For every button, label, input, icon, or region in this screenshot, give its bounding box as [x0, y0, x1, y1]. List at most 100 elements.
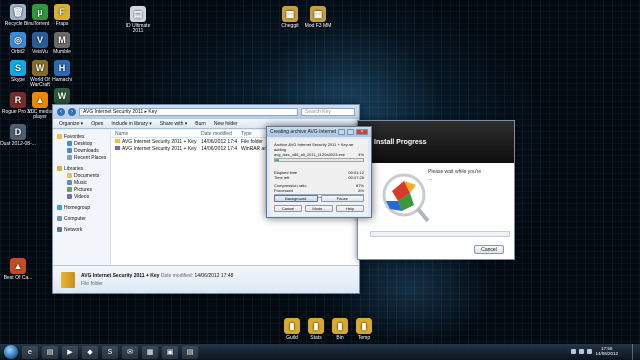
pause-button[interactable]: Pause — [320, 195, 364, 202]
time-left-label: Time left — [274, 175, 290, 180]
details-date-label: Date modified: — [160, 272, 194, 279]
help-button[interactable]: Help — [336, 205, 364, 212]
taskbar-app-button[interactable]: ✉ — [122, 345, 138, 359]
adding-file: avg_isec_x86_all_2011_1120a3023.exe — [274, 152, 346, 157]
shortcut-label: Mod F3 MM — [304, 23, 332, 29]
desktop-shortcut[interactable]: ▤ ID Ultimate 2011 — [120, 6, 156, 34]
share-with-button[interactable]: Share with ▾ — [160, 121, 188, 127]
taskbar-app-button[interactable]: e — [22, 345, 38, 359]
sidebar-label: Downloads — [74, 147, 99, 154]
shortcut-icon: ▦ — [282, 6, 298, 22]
file-date: 14/06/2012 17:48 — [201, 138, 237, 145]
maximize-icon[interactable] — [347, 129, 354, 135]
taskbar-app-button[interactable]: ▤ — [182, 345, 198, 359]
installer-text-line: ... — [428, 176, 433, 182]
sidebar-item-network[interactable]: Network — [53, 226, 110, 233]
mode-button[interactable]: Mode... — [305, 205, 333, 212]
start-orb-icon[interactable] — [4, 345, 18, 359]
sidebar-item-computer[interactable]: Computer — [53, 215, 110, 222]
search-placeholder: Search Key — [305, 109, 331, 115]
installer-text-line: Please wait while you're — [428, 169, 482, 175]
sidebar-label: Desktop — [74, 140, 93, 147]
shortcut-label: Mumble — [53, 49, 71, 55]
adding-percent: 4% — [358, 152, 364, 157]
search-input[interactable]: Search Key — [301, 108, 355, 116]
shortcut-label: Best Of Ca... — [3, 275, 33, 281]
taskbar-app-button[interactable]: ▤ — [42, 345, 58, 359]
recent-places-icon — [67, 155, 72, 160]
volume-icon[interactable] — [587, 349, 592, 354]
sidebar-label: Documents — [74, 172, 100, 179]
dialog-titlebar: Creating archive AVG Internet S... × — [267, 127, 371, 137]
sidebar-item-pictures[interactable]: Pictures — [53, 186, 110, 193]
pictures-icon — [67, 187, 72, 192]
shortcut-icon: F — [54, 4, 70, 20]
sidebar-label: Libraries — [64, 165, 84, 172]
sidebar-item-downloads[interactable]: Downloads — [53, 147, 110, 154]
clock[interactable]: 17:56 14/06/2012 — [595, 346, 618, 356]
desktop-shortcut[interactable]: ▮ Temp — [346, 318, 382, 341]
videos-icon — [67, 194, 72, 199]
desktop-shortcut[interactable]: D Dust 2012-08-... — [0, 124, 36, 147]
libraries-icon — [57, 166, 62, 171]
close-icon[interactable]: × — [356, 129, 368, 135]
open-button[interactable]: Open — [91, 121, 103, 127]
shortcut-icon: D — [10, 124, 26, 140]
sidebar-item-recent-places[interactable]: Recent Places — [53, 154, 110, 161]
address-bar[interactable]: AVG Internet Security 2011 ▸ Key — [79, 108, 298, 116]
taskbar-app-button[interactable]: ▣ — [162, 345, 178, 359]
desktop-shortcut[interactable]: M Mumble — [44, 32, 80, 55]
sidebar-item-libraries[interactable]: Libraries — [53, 165, 110, 172]
installer-cancel-button[interactable]: Cancel — [474, 245, 504, 254]
organize-button[interactable]: Organize ▾ — [59, 121, 83, 127]
minimize-icon[interactable] — [338, 129, 345, 135]
sidebar-label: Music — [74, 179, 88, 186]
installer-window[interactable]: Install Progress Please wait while you'r… — [357, 120, 515, 260]
column-date-modified[interactable]: Date modified — [197, 131, 237, 137]
burn-button[interactable]: Burn — [195, 121, 206, 127]
shortcut-label: Hamachi — [52, 77, 72, 83]
sidebar-item-homegroup[interactable]: Homegroup — [53, 204, 110, 211]
dialog-body: Archive AVG Internet Security 2011 + Key… — [270, 139, 368, 216]
column-name[interactable]: Name — [111, 131, 197, 137]
forward-arrow-icon[interactable]: › — [68, 108, 76, 116]
desktop-shortcut[interactable]: F Fraps — [44, 4, 80, 27]
back-arrow-icon[interactable]: ‹ — [57, 108, 65, 116]
desktop-shortcut[interactable]: ▲ Best Of Ca... — [0, 258, 36, 281]
shortcut-icon: W — [54, 88, 70, 104]
archive-progress-dialog[interactable]: Creating archive AVG Internet S... × Arc… — [266, 126, 372, 218]
sidebar-label: Network — [64, 226, 83, 233]
shortcut-icon: ▦ — [310, 6, 326, 22]
homegroup-icon — [57, 205, 62, 210]
sidebar-item-music[interactable]: Music — [53, 179, 110, 186]
taskbar-app-button[interactable]: ▦ — [142, 345, 158, 359]
include-in-library-button[interactable]: Include in library ▾ — [111, 121, 151, 127]
shortcut-label: Dust 2012-08-... — [0, 141, 36, 147]
sidebar-label: Pictures — [74, 186, 93, 193]
shortcut-label: Fraps — [55, 21, 69, 27]
details-name: AVG Internet Security 2011 + Key — [81, 272, 160, 279]
tray-icon[interactable] — [579, 349, 584, 354]
sidebar-item-documents[interactable]: Documents — [53, 172, 110, 179]
sidebar-item-desktop[interactable]: Desktop — [53, 140, 110, 147]
taskbar-app-button[interactable]: ◆ — [82, 345, 98, 359]
file-name: AVG Internet Security 2011 + Key — [122, 145, 197, 152]
desktop-shortcut[interactable]: H Hamachi — [44, 60, 80, 83]
taskbar-app-button[interactable]: ▶ — [62, 345, 78, 359]
details-pane: AVG Internet Security 2011 + Key Date mo… — [53, 265, 359, 293]
background-button[interactable]: Background — [274, 195, 318, 202]
file-date: 14/06/2012 17:48 — [201, 145, 237, 152]
zip-folder-icon — [61, 271, 75, 288]
tray-icon[interactable] — [571, 349, 576, 354]
address-text: AVG Internet Security 2011 ▸ Key — [83, 109, 158, 115]
cancel-button[interactable]: Cancel — [274, 205, 302, 212]
desktop-shortcut[interactable]: ▦ Mod F3 MM — [300, 6, 336, 29]
music-icon — [67, 180, 72, 185]
sidebar-item-videos[interactable]: Videos — [53, 193, 110, 200]
dialog-title: Creating archive AVG Internet S... — [270, 129, 336, 135]
sidebar-item-favorites[interactable]: Favorites — [53, 133, 110, 140]
new-folder-button[interactable]: New folder — [214, 121, 238, 127]
taskbar: e ▤ ▶ ◆ S ✉ ▦ ▣ ▤ 17:56 14/06/2012 — [0, 344, 640, 360]
show-desktop-button[interactable] — [632, 344, 640, 360]
taskbar-app-button[interactable]: S — [102, 345, 118, 359]
